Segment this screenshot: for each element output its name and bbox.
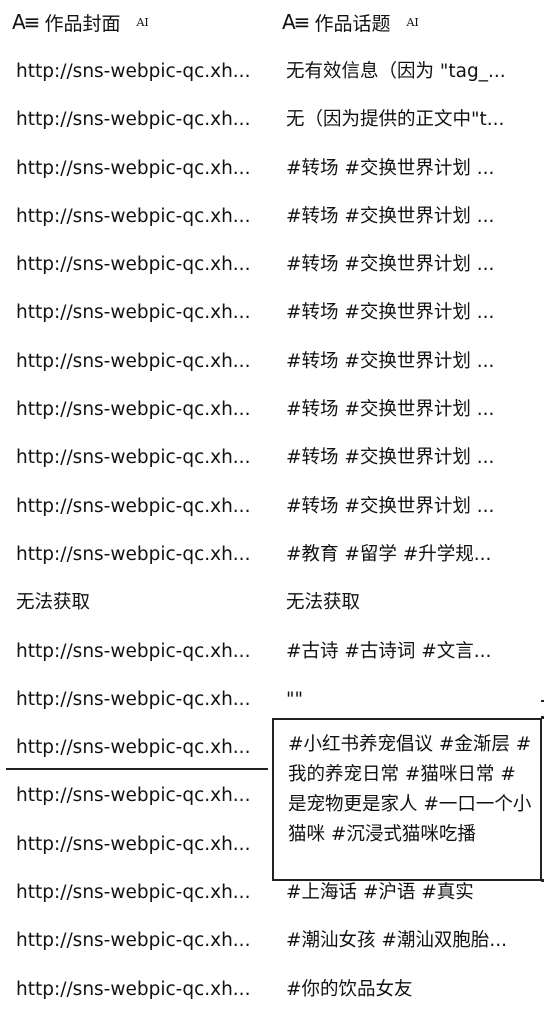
topic-cell[interactable]: #转场 #交换世界计划 ... [286, 338, 531, 386]
text-type-icon: A≡ [282, 10, 310, 34]
column-title: 作品封面 [44, 12, 121, 35]
topic-cell[interactable]: #潮汕女孩 #潮汕双胞胎... [286, 917, 531, 965]
topic-cell[interactable]: #教育 #留学 #升学规... [286, 531, 531, 579]
table-row[interactable]: http://sns-webpic-qc.xh... 无有效信息（因为 "tag_… [0, 48, 557, 96]
table-row[interactable]: http://sns-webpic-qc.xh... 无（因为提供的正文中"t..… [0, 96, 557, 144]
topic-cell[interactable]: #转场 #交换世界计划 ... [286, 241, 531, 289]
cover-cell[interactable]: http://sns-webpic-qc.xh... [16, 241, 266, 289]
cover-cell[interactable]: http://sns-webpic-qc.xh... [16, 966, 266, 1014]
cover-cell[interactable]: http://sns-webpic-qc.xh... [16, 772, 266, 820]
table-row[interactable]: http://sns-webpic-qc.xh... #转场 #交换世界计划 ..… [0, 145, 557, 193]
topic-cell[interactable]: #转场 #交换世界计划 ... [286, 434, 531, 482]
topic-cell[interactable]: #古诗 #古诗词 #文言... [286, 628, 531, 676]
cover-cell[interactable]: http://sns-webpic-qc.xh... [16, 386, 266, 434]
ai-badge: AI [136, 15, 149, 29]
cover-cell[interactable]: http://sns-webpic-qc.xh... [16, 434, 266, 482]
table-row[interactable]: http://sns-webpic-qc.xh... #转场 #交换世界计划 ..… [0, 338, 557, 386]
topic-cell[interactable]: 无有效信息（因为 "tag_... [286, 48, 531, 96]
text-type-icon: A≡ [12, 10, 40, 34]
table-row[interactable]: http://sns-webpic-qc.xh... #转场 #交换世界计划 ..… [0, 241, 557, 289]
table-row[interactable]: http://sns-webpic-qc.xh... #古诗 #古诗词 #文言..… [0, 628, 557, 676]
topic-cell[interactable]: 无（因为提供的正文中"t... [286, 96, 531, 144]
topic-cell[interactable]: 无法获取 [286, 579, 531, 627]
cover-cell[interactable]: http://sns-webpic-qc.xh... [16, 338, 266, 386]
cover-cell[interactable]: http://sns-webpic-qc.xh... [16, 821, 266, 869]
cell-editor[interactable]: #小红书养宠倡议 #金渐层 #我的养宠日常 #猫咪日常 #是宠物更是家人 #一口… [272, 718, 542, 881]
cover-cell[interactable]: http://sns-webpic-qc.xh... [16, 531, 266, 579]
table-row[interactable]: http://sns-webpic-qc.xh... #转场 #交换世界计划 ..… [0, 386, 557, 434]
topic-cell[interactable]: #转场 #交换世界计划 ... [286, 483, 531, 531]
table-row[interactable]: http://sns-webpic-qc.xh... #你的饮品女友 [0, 966, 557, 1014]
cover-cell[interactable]: http://sns-webpic-qc.xh... [16, 96, 266, 144]
table-row[interactable]: http://sns-webpic-qc.xh... #潮汕女孩 #潮汕双胞胎..… [0, 917, 557, 965]
topic-cell[interactable]: #转场 #交换世界计划 ... [286, 145, 531, 193]
table-row[interactable]: http://sns-webpic-qc.xh... #转场 #交换世界计划 ..… [0, 193, 557, 241]
resize-handle[interactable] [541, 700, 544, 702]
topic-cell[interactable]: #转场 #交换世界计划 ... [286, 289, 531, 337]
table-header: A≡ 作品封面 AI A≡ 作品话题 AI [0, 0, 557, 44]
column-header-topic[interactable]: A≡ 作品话题 AI [282, 8, 419, 36]
resize-handle[interactable] [541, 879, 544, 882]
column-title: 作品话题 [314, 12, 391, 35]
cover-cell[interactable]: 无法获取 [16, 579, 266, 627]
column-header-cover[interactable]: A≡ 作品封面 AI [12, 8, 149, 36]
cover-cell[interactable]: http://sns-webpic-qc.xh... [16, 724, 266, 772]
table-row[interactable]: http://sns-webpic-qc.xh... #转场 #交换世界计划 ..… [0, 289, 557, 337]
table-row[interactable]: http://sns-webpic-qc.xh... #转场 #交换世界计划 ..… [0, 434, 557, 482]
cover-cell[interactable]: http://sns-webpic-qc.xh... [16, 48, 266, 96]
table-row[interactable]: 无法获取 无法获取 [0, 579, 557, 627]
topic-cell[interactable]: #转场 #交换世界计划 ... [286, 386, 531, 434]
table-row[interactable]: http://sns-webpic-qc.xh... "" [0, 676, 557, 724]
cover-cell[interactable]: http://sns-webpic-qc.xh... [16, 145, 266, 193]
cover-cell[interactable]: http://sns-webpic-qc.xh... [16, 917, 266, 965]
cover-cell[interactable]: http://sns-webpic-qc.xh... [16, 483, 266, 531]
topic-cell[interactable]: #你的饮品女友 [286, 966, 531, 1014]
cover-cell[interactable]: http://sns-webpic-qc.xh... [16, 628, 266, 676]
cover-cell[interactable]: http://sns-webpic-qc.xh... [16, 289, 266, 337]
table-row[interactable]: http://sns-webpic-qc.xh... #转场 #交换世界计划 ..… [0, 483, 557, 531]
topic-cell[interactable]: "" [286, 676, 531, 724]
resize-handle[interactable] [541, 716, 544, 719]
topic-cell[interactable]: #转场 #交换世界计划 ... [286, 193, 531, 241]
row-divider [6, 768, 268, 770]
table-row[interactable]: http://sns-webpic-qc.xh... #教育 #留学 #升学规..… [0, 531, 557, 579]
cover-cell[interactable]: http://sns-webpic-qc.xh... [16, 193, 266, 241]
cover-cell[interactable]: http://sns-webpic-qc.xh... [16, 676, 266, 724]
ai-badge: AI [406, 15, 419, 29]
cover-cell[interactable]: http://sns-webpic-qc.xh... [16, 869, 266, 917]
